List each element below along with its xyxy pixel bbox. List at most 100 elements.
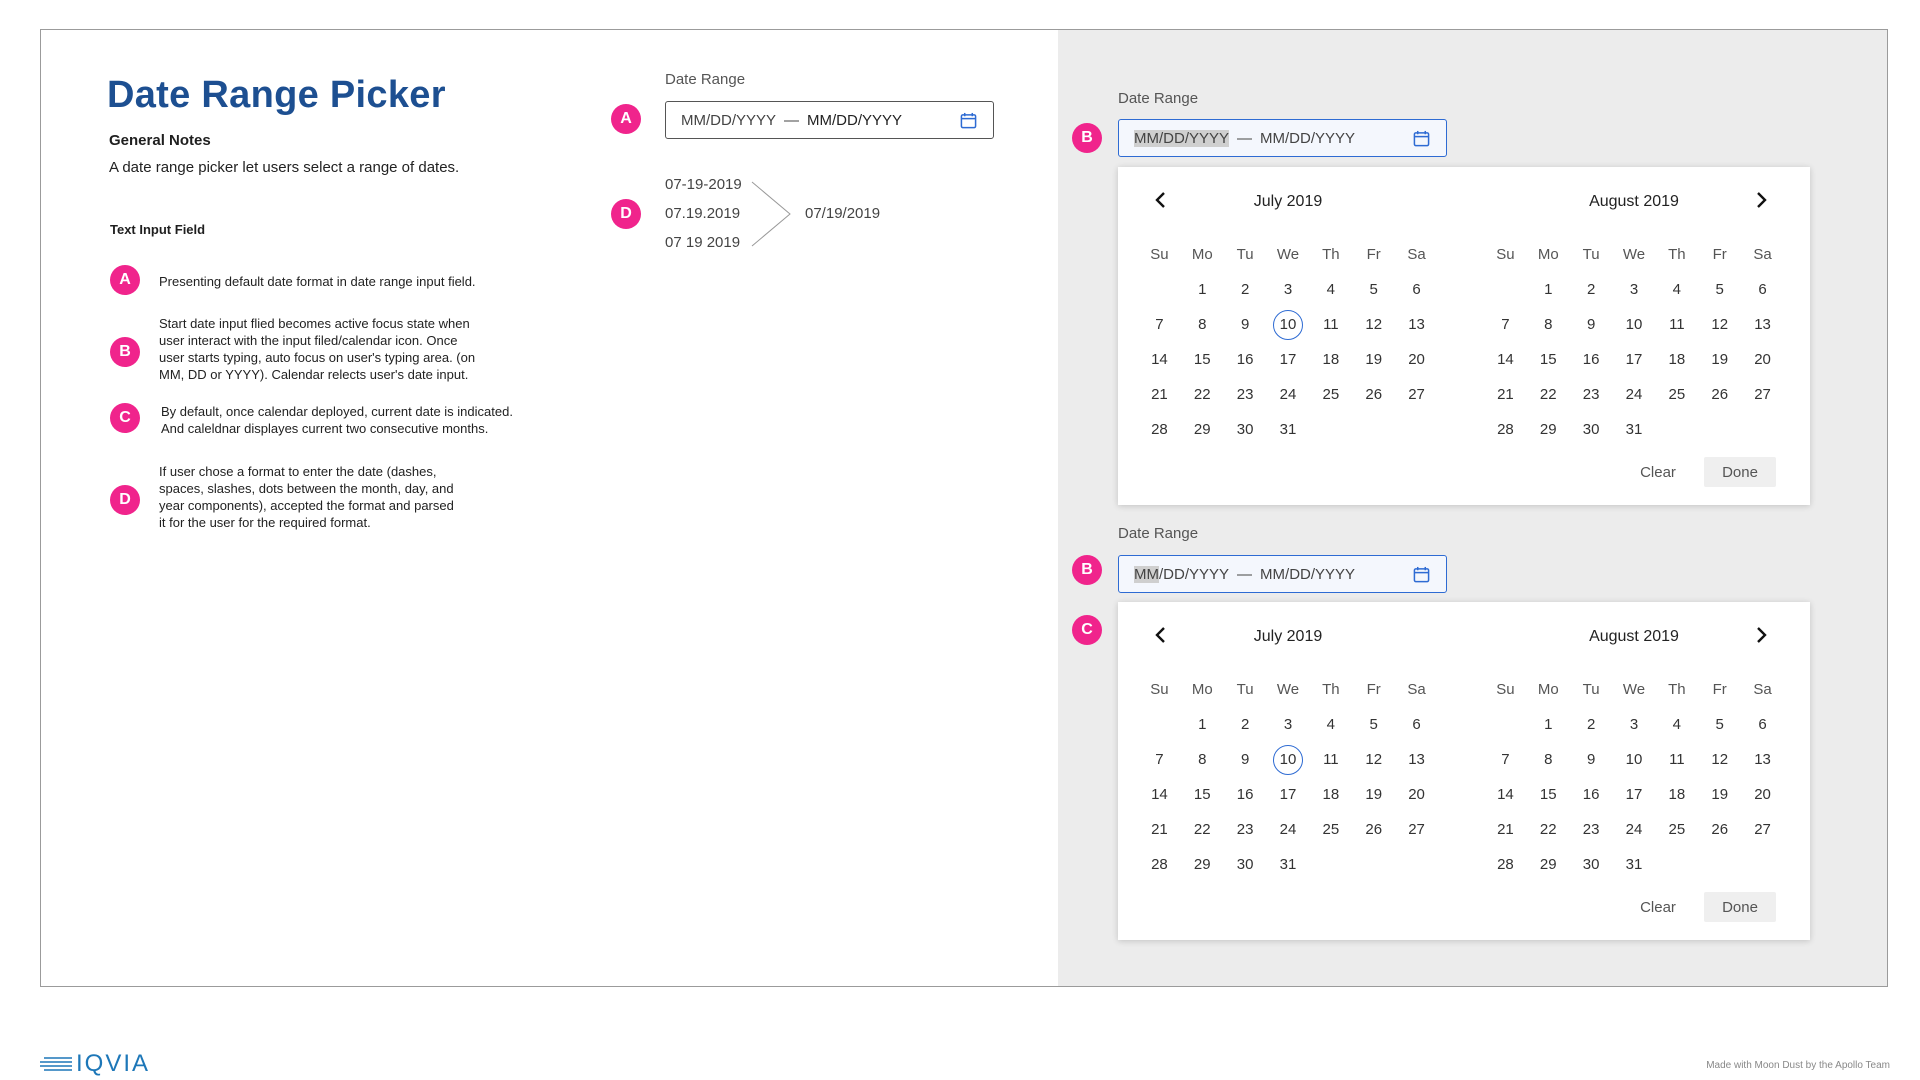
day-cell[interactable]: 27	[1741, 812, 1784, 847]
day-cell[interactable]: 9	[1570, 307, 1613, 342]
day-cell[interactable]: 31	[1267, 412, 1310, 447]
day-cell[interactable]: 15	[1181, 777, 1224, 812]
start-date-field[interactable]: MM/DD/YYYY	[681, 112, 776, 129]
day-cell[interactable]: 26	[1698, 377, 1741, 412]
day-cell[interactable]: 12	[1352, 742, 1395, 777]
day-cell[interactable]: 18	[1655, 777, 1698, 812]
day-cell[interactable]: 27	[1741, 377, 1784, 412]
day-cell[interactable]: 24	[1267, 812, 1310, 847]
day-cell[interactable]: 14	[1484, 777, 1527, 812]
day-cell[interactable]: 12	[1352, 307, 1395, 342]
day-cell[interactable]: 18	[1309, 342, 1352, 377]
day-cell[interactable]: 21	[1484, 377, 1527, 412]
day-cell[interactable]: 24	[1267, 377, 1310, 412]
day-cell[interactable]: 27	[1395, 812, 1438, 847]
date-range-input-default[interactable]: MM/DD/YYYY — MM/DD/YYYY	[665, 101, 994, 139]
day-cell[interactable]: 30	[1224, 412, 1267, 447]
day-cell[interactable]: 28	[1484, 847, 1527, 882]
day-cell[interactable]: 4	[1309, 272, 1352, 307]
day-cell[interactable]: 27	[1395, 377, 1438, 412]
day-cell[interactable]: 17	[1267, 777, 1310, 812]
day-cell[interactable]: 1	[1527, 272, 1570, 307]
day-cell[interactable]: 31	[1267, 847, 1310, 882]
day-cell[interactable]: 9	[1224, 307, 1267, 342]
day-cell[interactable]: 7	[1138, 742, 1181, 777]
day-cell[interactable]: 2	[1570, 272, 1613, 307]
day-cell[interactable]: 7	[1484, 307, 1527, 342]
day-cell[interactable]: 5	[1698, 272, 1741, 307]
day-cell[interactable]: 12	[1698, 742, 1741, 777]
day-cell[interactable]: 11	[1309, 307, 1352, 342]
clear-button[interactable]: Clear	[1626, 457, 1690, 487]
start-date-field-highlighted[interactable]: MM/DD/YYYY	[1134, 129, 1230, 147]
day-cell[interactable]: 13	[1741, 742, 1784, 777]
day-cell[interactable]: 3	[1613, 707, 1656, 742]
day-cell[interactable]: 14	[1484, 342, 1527, 377]
day-cell[interactable]: 11	[1655, 742, 1698, 777]
day-cell[interactable]: 16	[1570, 777, 1613, 812]
day-cell[interactable]: 4	[1655, 707, 1698, 742]
day-cell[interactable]: 23	[1570, 377, 1613, 412]
day-cell[interactable]: 29	[1181, 412, 1224, 447]
day-cell[interactable]: 7	[1138, 307, 1181, 342]
day-cell[interactable]: 12	[1698, 307, 1741, 342]
date-range-input-typing[interactable]: MM/DD/YYYY — MM/DD/YYYY	[1118, 555, 1447, 593]
clear-button[interactable]: Clear	[1626, 892, 1690, 922]
day-cell[interactable]: 3	[1267, 272, 1310, 307]
day-cell[interactable]: 21	[1484, 812, 1527, 847]
day-cell[interactable]: 10	[1613, 307, 1656, 342]
day-cell[interactable]: 8	[1181, 742, 1224, 777]
day-cell[interactable]: 9	[1570, 742, 1613, 777]
day-cell[interactable]: 4	[1655, 272, 1698, 307]
day-cell[interactable]: 2	[1224, 707, 1267, 742]
day-cell[interactable]: 22	[1181, 377, 1224, 412]
day-cell[interactable]: 18	[1655, 342, 1698, 377]
day-cell[interactable]: 14	[1138, 342, 1181, 377]
day-cell[interactable]: 2	[1224, 272, 1267, 307]
day-cell[interactable]: 3	[1267, 707, 1310, 742]
day-cell[interactable]: 29	[1527, 847, 1570, 882]
day-cell[interactable]: 13	[1395, 307, 1438, 342]
done-button[interactable]: Done	[1704, 892, 1776, 922]
day-cell-today[interactable]: 10	[1267, 307, 1310, 342]
day-cell[interactable]: 30	[1570, 412, 1613, 447]
day-cell[interactable]: 20	[1741, 342, 1784, 377]
day-cell[interactable]: 25	[1655, 377, 1698, 412]
day-cell[interactable]: 22	[1527, 812, 1570, 847]
day-cell[interactable]: 28	[1484, 412, 1527, 447]
day-cell[interactable]: 29	[1181, 847, 1224, 882]
day-cell[interactable]: 15	[1527, 342, 1570, 377]
day-cell[interactable]: 11	[1655, 307, 1698, 342]
day-cell[interactable]: 9	[1224, 742, 1267, 777]
end-date-field[interactable]: MM/DD/YYYY	[807, 112, 902, 129]
day-cell[interactable]: 20	[1395, 777, 1438, 812]
day-cell[interactable]: 6	[1741, 272, 1784, 307]
day-cell[interactable]: 29	[1527, 412, 1570, 447]
day-cell[interactable]: 15	[1527, 777, 1570, 812]
end-date-field[interactable]: MM/DD/YYYY	[1260, 130, 1355, 147]
day-cell[interactable]: 1	[1181, 707, 1224, 742]
day-cell[interactable]: 17	[1613, 342, 1656, 377]
day-cell[interactable]: 23	[1224, 812, 1267, 847]
day-cell[interactable]: 13	[1741, 307, 1784, 342]
day-cell[interactable]: 16	[1224, 342, 1267, 377]
day-cell[interactable]: 10	[1613, 742, 1656, 777]
day-cell[interactable]: 8	[1527, 307, 1570, 342]
day-cell[interactable]: 28	[1138, 847, 1181, 882]
day-cell[interactable]: 8	[1181, 307, 1224, 342]
day-cell[interactable]: 6	[1395, 707, 1438, 742]
day-cell[interactable]: 24	[1613, 377, 1656, 412]
day-cell[interactable]: 19	[1698, 777, 1741, 812]
day-cell[interactable]: 3	[1613, 272, 1656, 307]
day-cell[interactable]: 26	[1698, 812, 1741, 847]
day-cell[interactable]: 11	[1309, 742, 1352, 777]
day-cell[interactable]: 25	[1309, 377, 1352, 412]
day-cell[interactable]: 19	[1698, 342, 1741, 377]
day-cell[interactable]: 20	[1395, 342, 1438, 377]
day-cell[interactable]: 14	[1138, 777, 1181, 812]
day-cell[interactable]: 20	[1741, 777, 1784, 812]
day-cell[interactable]: 4	[1309, 707, 1352, 742]
day-cell[interactable]: 30	[1224, 847, 1267, 882]
done-button[interactable]: Done	[1704, 457, 1776, 487]
day-cell[interactable]: 16	[1570, 342, 1613, 377]
